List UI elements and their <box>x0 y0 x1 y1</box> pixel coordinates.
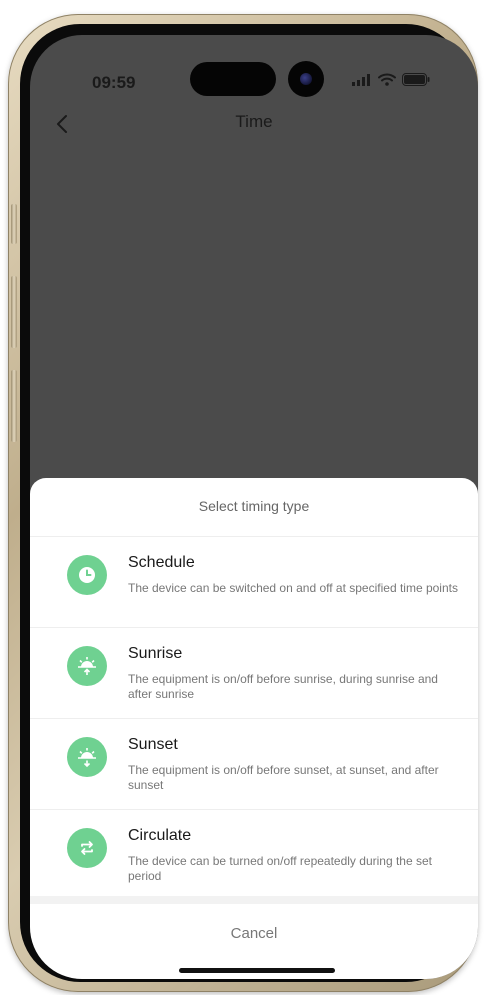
option-description: The equipment is on/off before sunrise, … <box>128 672 438 701</box>
option-description: The equipment is on/off before sunset, a… <box>128 763 439 792</box>
option-sunrise[interactable]: Sunrise The equipment is on/off before s… <box>30 627 478 718</box>
option-description: The device can be switched on and off at… <box>128 581 458 595</box>
front-camera <box>288 61 324 97</box>
option-title: Sunset <box>128 736 178 753</box>
phone-screen: 09:59 Time Select timing type Schedule T… <box>30 35 478 979</box>
option-title: Circulate <box>128 827 192 844</box>
option-title: Schedule <box>128 554 195 571</box>
action-button <box>11 204 17 244</box>
cellular-signal-icon <box>352 74 370 86</box>
clock-icon <box>67 555 107 595</box>
sheet-title: Select timing type <box>198 498 310 514</box>
home-indicator[interactable] <box>179 968 335 973</box>
status-time: 09:59 <box>92 73 136 92</box>
timing-type-sheet: Select timing type Schedule The device c… <box>30 478 478 979</box>
sheet-divider <box>30 896 478 904</box>
nav-bar: Time <box>30 103 478 147</box>
volume-up-button <box>11 276 17 348</box>
option-schedule[interactable]: Schedule The device can be switched on a… <box>30 536 478 627</box>
timing-options-list: Schedule The device can be switched on a… <box>30 536 478 900</box>
option-circulate[interactable]: Circulate The device can be turned on/of… <box>30 809 478 900</box>
dynamic-island <box>190 62 276 96</box>
status-bar: 09:59 <box>30 35 478 97</box>
wifi-icon <box>378 73 396 86</box>
page-title: Time <box>235 112 273 131</box>
battery-icon <box>402 73 430 86</box>
phone-frame: 09:59 Time Select timing type Schedule T… <box>8 14 478 992</box>
circulate-icon <box>67 828 107 868</box>
sunrise-icon <box>67 646 107 686</box>
option-title: Sunrise <box>128 645 183 662</box>
sunset-icon <box>67 737 107 777</box>
volume-down-button <box>11 370 17 442</box>
option-description: The device can be turned on/off repeated… <box>128 854 432 883</box>
option-sunset[interactable]: Sunset The equipment is on/off before su… <box>30 718 478 809</box>
cancel-button[interactable]: Cancel <box>30 904 478 964</box>
status-icons <box>352 73 430 86</box>
